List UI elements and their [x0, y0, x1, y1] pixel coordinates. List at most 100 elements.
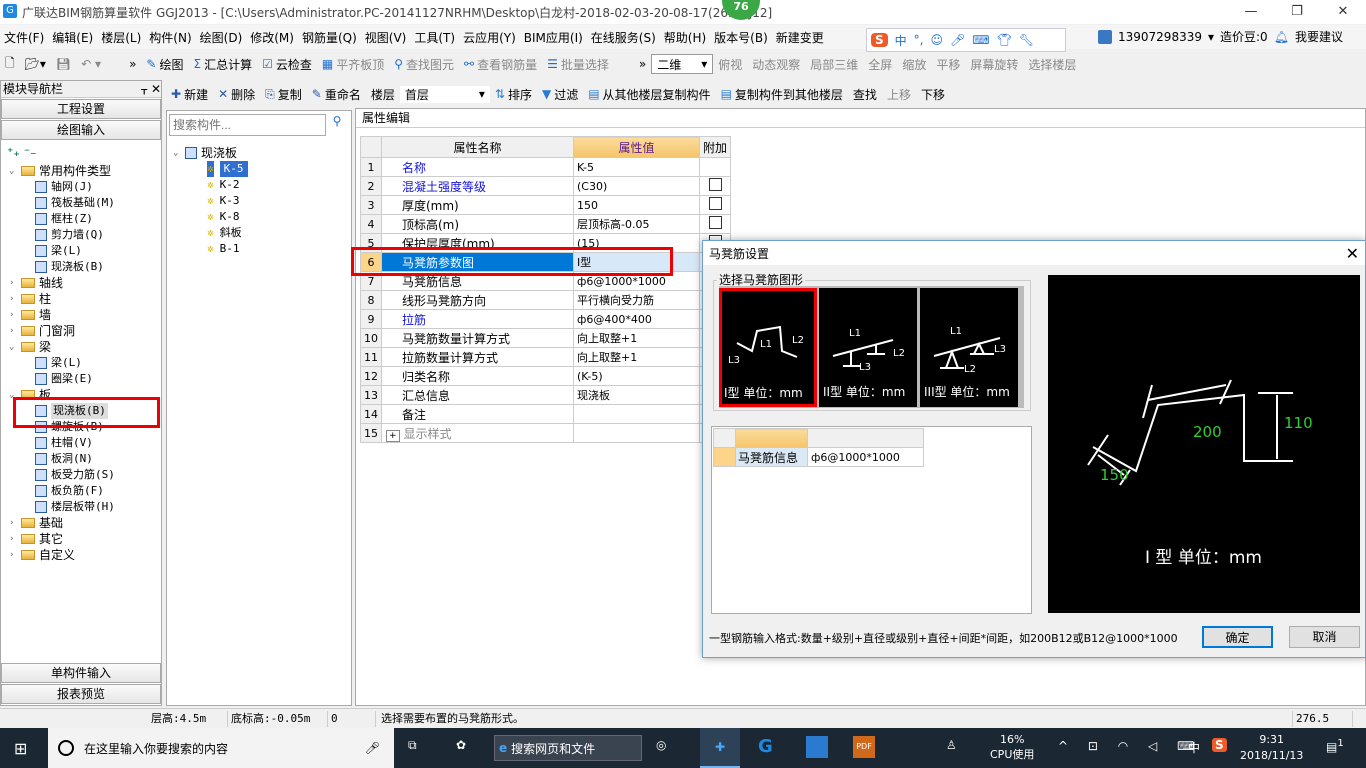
app-pinwheel-icon[interactable]: ✿ — [456, 738, 466, 752]
maximize-button[interactable]: ❐ — [1274, 0, 1320, 24]
account-phone[interactable]: 13907298339 — [1118, 30, 1202, 44]
app-icon-2[interactable] — [806, 736, 828, 758]
property-value[interactable]: 层顶标高-0.05 — [573, 214, 700, 234]
new-button[interactable]: ✚ 新建 — [166, 86, 213, 103]
floor-select[interactable]: 首层 ▾ — [399, 85, 490, 103]
nav-tree-item[interactable]: 梁(L) — [9, 243, 161, 259]
property-row[interactable]: 11 拉筋数量计算方式 向上取整+1 — [360, 347, 732, 367]
shape-option-1[interactable]: L1 L2 L3 I型 单位：mm — [719, 288, 817, 407]
find-button[interactable]: 查找 — [848, 86, 882, 103]
copy-from-button[interactable]: ▤ 从其他楼层复制构件 — [583, 86, 715, 103]
open-file-icon[interactable]: 📂︎▾ — [20, 57, 51, 71]
property-row[interactable]: 8 线形马凳筋方向 平行横向受力筋 — [360, 290, 732, 310]
sogou-tray-icon[interactable]: S — [1212, 738, 1227, 752]
property-row[interactable]: 15 + 显示样式 — [360, 423, 732, 443]
property-value[interactable]: 现浇板 — [573, 385, 700, 405]
nav-tree-item[interactable]: › 墙 — [9, 307, 161, 323]
menu-item[interactable]: 修改(M) — [246, 29, 298, 46]
ime-toolbar[interactable]: S 中 °, ☺ 🎤︎ ⌨ 👕︎ 🔧︎ — [866, 28, 1066, 52]
delete-button[interactable]: ✕ 删除 — [213, 86, 260, 103]
clock[interactable]: 9:31 2018/11/13 — [1240, 732, 1303, 764]
toolbar-button[interactable]: ▦ 平齐板顶 — [317, 56, 389, 73]
nav-tree-item[interactable]: 轴网(J) — [9, 179, 161, 195]
component-search-input[interactable] — [169, 114, 326, 136]
chevron-right-icon[interactable]: › — [9, 307, 21, 323]
dialog-close-button[interactable]: ✕ — [1346, 244, 1359, 263]
chevron-down-icon[interactable]: ⌄ — [173, 145, 185, 161]
undo-icon[interactable]: ↶ ▾ — [76, 57, 106, 71]
component-item[interactable]: ✲ B-1 — [173, 241, 351, 257]
property-value[interactable]: 150 — [573, 195, 700, 215]
glodon-app-icon[interactable]: G — [758, 736, 773, 757]
property-value[interactable]: 向上取整+1 — [573, 328, 700, 348]
menu-item[interactable]: 视图(V) — [361, 29, 411, 46]
nav-tree-item[interactable]: ⌄ 梁 — [9, 339, 161, 355]
toolbar-button[interactable]: ⚯ 查看钢筋量 — [459, 56, 542, 73]
nav-tree-item[interactable]: 剪力墙(Q) — [9, 227, 161, 243]
ggj-app-icon[interactable]: ✚ — [700, 728, 740, 768]
property-row[interactable]: 4 顶标高(m) 层顶标高-0.05 — [360, 214, 732, 234]
chevron-right-icon[interactable]: › — [9, 531, 21, 547]
pin-close-icons[interactable]: ᚁ ✕ — [141, 81, 161, 97]
property-value[interactable]: K-5 — [573, 157, 700, 177]
component-item[interactable]: ✲ K-2 — [173, 177, 351, 193]
bell-icon[interactable]: 🔔︎ — [1274, 30, 1289, 44]
property-value[interactable]: ф6@400*400 — [573, 309, 700, 329]
component-item[interactable]: ✲ K-5 — [173, 161, 351, 177]
cancel-button[interactable]: 取消 — [1289, 626, 1360, 648]
property-row[interactable]: 3 厚度(mm) 150 — [360, 195, 732, 215]
property-row[interactable]: 1 名称 K-5 — [360, 157, 732, 177]
menu-item[interactable]: 在线服务(S) — [587, 29, 660, 46]
chevron-right-icon[interactable]: › — [9, 515, 21, 531]
nav-tree-item[interactable]: › 轴线 — [9, 275, 161, 291]
copy-button[interactable]: ⎘ 复制 — [260, 86, 307, 103]
chevron-right-icon[interactable]: › — [9, 275, 21, 291]
component-root[interactable]: ⌄ 现浇板 — [173, 145, 351, 161]
move-up-button[interactable]: 上移 — [882, 86, 916, 103]
menu-item[interactable]: BIM应用(I) — [520, 29, 587, 46]
view-tool-button[interactable]: 动态观察 — [747, 56, 805, 73]
view-tool-button[interactable]: 局部三维 — [805, 56, 863, 73]
ime-indicator[interactable]: 中 — [1188, 739, 1200, 756]
chevron-right-icon[interactable]: › — [9, 547, 21, 563]
sort-button[interactable]: ⇅ 排序 — [490, 86, 537, 103]
toolbar-button[interactable]: ☑ 云检查 — [257, 56, 317, 73]
copy-to-button[interactable]: ▤ 复制构件到其他楼层 — [716, 86, 848, 103]
chevron-down-icon[interactable]: ⌄ — [9, 163, 21, 179]
nav-tree-item[interactable]: 现浇板(B) — [9, 259, 161, 275]
nav-tree-item[interactable]: 圈梁(E) — [9, 371, 161, 387]
app-icon-1[interactable]: ◎ — [656, 738, 666, 752]
save-icon[interactable]: 💾︎ — [51, 57, 76, 71]
property-row[interactable]: 12 归类名称 (K-5) — [360, 366, 732, 386]
view-tool-button[interactable]: 屏幕旋转 — [965, 56, 1023, 73]
tab-property-edit[interactable]: 属性编辑 — [356, 109, 1365, 128]
nav-tree-item[interactable]: 筏板基础(M) — [9, 195, 161, 211]
menu-item[interactable]: 构件(N) — [145, 29, 195, 46]
menu-item[interactable]: 绘图(D) — [196, 29, 247, 46]
component-item[interactable]: ✲ K-3 — [173, 193, 351, 209]
property-row[interactable]: 13 汇总信息 现浇板 — [360, 385, 732, 405]
menu-item[interactable]: 文件(F) — [0, 29, 48, 46]
view-tool-button[interactable]: 全屏 — [863, 56, 897, 73]
nav-tree-item[interactable]: ⌄ 常用构件类型 — [9, 163, 161, 179]
move-down-button[interactable]: 下移 — [916, 86, 950, 103]
taskbar-search[interactable]: 在这里输入你要搜索的内容 🎤︎ — [48, 728, 394, 768]
nav-tree-item[interactable]: › 其它 — [9, 531, 161, 547]
property-value[interactable] — [573, 404, 700, 424]
new-file-icon[interactable]: 🗋 — [0, 54, 20, 75]
property-value[interactable]: 平行横向受力筋 — [573, 290, 700, 310]
nav-tree-item[interactable]: 柱帽(V) — [9, 435, 161, 451]
property-value[interactable] — [573, 423, 700, 443]
nav-tree-item[interactable]: 梁(L) — [9, 355, 161, 371]
filter-button[interactable]: ▼ 过滤 — [537, 86, 583, 103]
nav-tree-item[interactable]: 楼层板带(H) — [9, 499, 161, 515]
search-icon[interactable]: ⚲ — [326, 114, 348, 136]
report-preview-button[interactable]: 报表预览 — [1, 684, 161, 704]
nav-tree-item[interactable]: 框柱(Z) — [9, 211, 161, 227]
menu-item[interactable]: 钢筋量(Q) — [298, 29, 361, 46]
view-mode-select[interactable]: 二维 ▾ — [651, 54, 714, 74]
expand-plus-icon[interactable]: + — [386, 429, 400, 442]
view-tool-button[interactable]: 选择楼层 — [1023, 56, 1081, 73]
nav-tree-item[interactable]: 板负筋(F) — [9, 483, 161, 499]
shape-option-3[interactable]: L1 L3 L2 III型 单位：mm — [920, 288, 1018, 407]
